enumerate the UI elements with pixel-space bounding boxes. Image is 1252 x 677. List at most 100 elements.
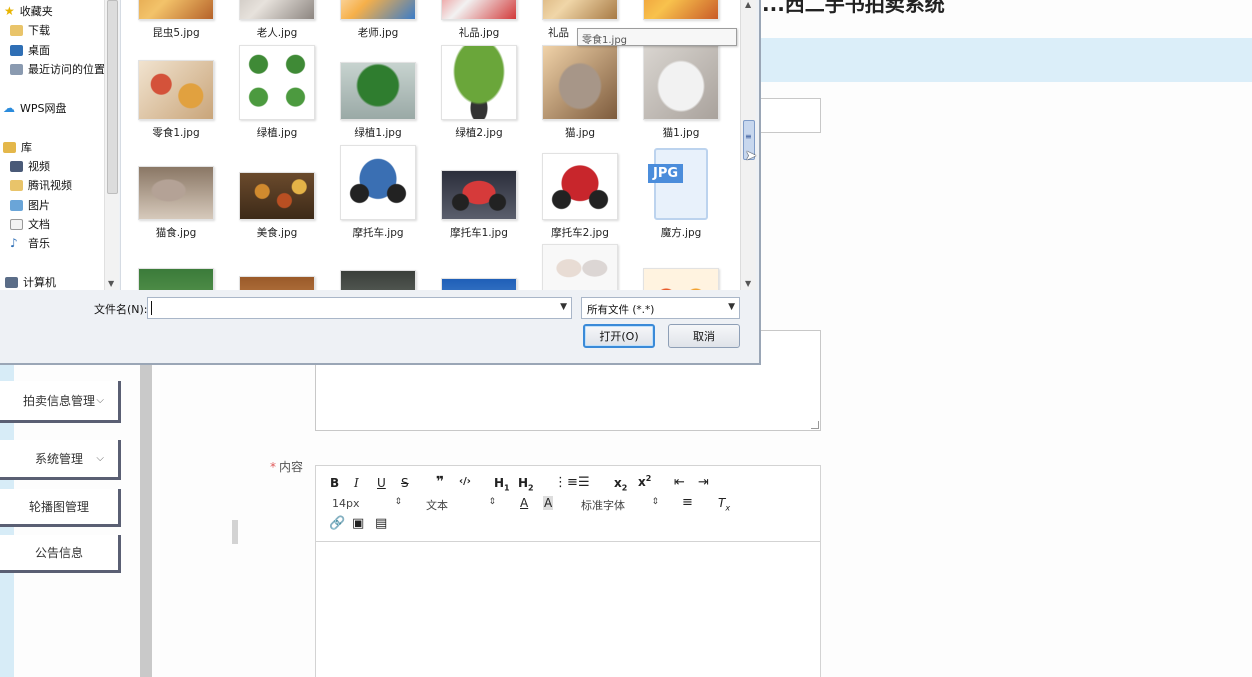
title-input[interactable] bbox=[760, 98, 821, 133]
nav-item-favorites[interactable]: ★ 收藏夹 bbox=[4, 3, 53, 19]
file-thumbnail bbox=[239, 276, 315, 290]
open-button[interactable]: 打开(O) bbox=[583, 324, 655, 348]
sidebar-item-carousel[interactable]: 轮播图管理 bbox=[0, 489, 121, 527]
scroll-down-icon[interactable]: ▼ bbox=[745, 279, 751, 288]
underline-icon[interactable]: U bbox=[377, 476, 386, 490]
image-icon[interactable]: ▣ bbox=[352, 516, 364, 531]
file-item[interactable]: 摩托车.jpg bbox=[330, 145, 426, 240]
file-thumbnail bbox=[643, 45, 719, 120]
heading1-icon[interactable]: H1 bbox=[494, 476, 510, 492]
indent-icon[interactable]: ⇥ bbox=[698, 475, 709, 490]
nav-item-downloads[interactable]: 下载 bbox=[10, 22, 50, 38]
file-grid: 昆虫5.jpg 老人.jpg 老师.jpg 礼品.jpg 礼品 零食1.jpg bbox=[120, 0, 740, 290]
file-item[interactable]: 美食.jpg bbox=[229, 172, 325, 240]
file-item[interactable]: 摩托车2.jpg bbox=[532, 153, 628, 240]
filetype-select[interactable]: 所有文件 (*.*) ▼ bbox=[581, 297, 740, 319]
font-family-select[interactable]: 标准字体 ⇕ bbox=[581, 497, 659, 513]
sidebar-item-auction-info[interactable]: 拍卖信息管理 ⌵ bbox=[0, 381, 121, 423]
nav-item-tencent-video[interactable]: 腾讯视频 bbox=[10, 177, 72, 193]
updown-icon: ⇕ bbox=[394, 497, 402, 507]
file-item[interactable]: 昆虫5.jpg bbox=[128, 0, 224, 40]
file-item[interactable]: 老人.jpg bbox=[229, 0, 325, 40]
nav-item-music[interactable]: ♪ 音乐 bbox=[10, 235, 50, 251]
text-style-select[interactable]: 文本 ⇕ bbox=[426, 497, 496, 513]
font-color-icon[interactable]: A bbox=[520, 496, 528, 510]
nav-item-desktop[interactable]: 桌面 bbox=[10, 42, 50, 58]
clear-format-icon[interactable]: Tx bbox=[718, 496, 730, 512]
filename-input[interactable]: ▼ bbox=[147, 297, 572, 319]
nav-item-label: 下载 bbox=[28, 24, 50, 37]
file-item[interactable] bbox=[532, 244, 628, 290]
video-icon[interactable]: ▤ bbox=[375, 516, 387, 531]
content-label-text: 内容 bbox=[279, 460, 304, 474]
file-item[interactable]: 绿植2.jpg bbox=[431, 45, 527, 140]
file-item[interactable]: 绿植1.jpg bbox=[330, 62, 426, 140]
ordered-list-icon[interactable]: ⋮≡ bbox=[554, 475, 578, 490]
file-thumbnail bbox=[441, 278, 517, 290]
nav-item-videos[interactable]: 视频 bbox=[10, 158, 50, 174]
bullet-list-icon[interactable]: ☰ bbox=[578, 475, 590, 490]
file-item[interactable]: 老师.jpg bbox=[330, 0, 426, 40]
file-item[interactable]: JPG 魔方.jpg bbox=[633, 148, 729, 240]
filename-label: 文件名(N): bbox=[94, 303, 148, 316]
nav-item-recent[interactable]: 最近访问的位置 bbox=[10, 61, 105, 77]
link-icon[interactable]: 🔗 bbox=[329, 516, 345, 531]
nav-item-wps-cloud[interactable]: ☁ WPS网盘 bbox=[3, 100, 67, 116]
cloud-icon: ☁ bbox=[3, 101, 15, 115]
file-item[interactable]: 礼品.jpg bbox=[431, 0, 527, 40]
nav-item-libraries[interactable]: 库 bbox=[3, 139, 32, 155]
heading2-icon[interactable]: H2 bbox=[518, 476, 534, 492]
nav-scrollbar[interactable]: ▼ bbox=[104, 0, 119, 290]
library-icon bbox=[3, 141, 16, 153]
file-grid-scrollbar[interactable]: ▲ ≡ ▼ bbox=[740, 0, 756, 290]
file-item[interactable]: 猫.jpg bbox=[532, 45, 628, 140]
nav-item-documents[interactable]: 文档 bbox=[10, 216, 50, 232]
file-thumbnail bbox=[239, 45, 315, 120]
subscript-icon[interactable]: x2 bbox=[614, 476, 627, 492]
bold-icon[interactable]: B bbox=[330, 476, 339, 490]
italic-icon[interactable]: I bbox=[354, 476, 359, 490]
file-thumbnail bbox=[441, 0, 517, 20]
superscript-icon[interactable]: x2 bbox=[638, 474, 651, 489]
file-thumbnail bbox=[441, 45, 517, 120]
file-thumbnail bbox=[340, 145, 416, 220]
editor-body[interactable] bbox=[316, 542, 820, 677]
outdent-icon[interactable]: ⇤ bbox=[674, 475, 685, 490]
nav-item-label: WPS网盘 bbox=[20, 102, 67, 115]
background-color-icon[interactable]: A bbox=[543, 496, 554, 510]
file-name: 猫.jpg bbox=[564, 127, 596, 139]
file-item[interactable]: 猫食.jpg bbox=[128, 166, 224, 240]
align-icon[interactable]: ≡ bbox=[682, 495, 693, 510]
file-item[interactable]: 零食1.jpg bbox=[128, 60, 224, 140]
file-item[interactable] bbox=[431, 278, 527, 290]
font-size-select[interactable]: 14px ⇕ bbox=[332, 497, 402, 510]
sidebar-item-notice[interactable]: 公告信息 bbox=[0, 535, 121, 573]
nav-item-label: 计算机 bbox=[23, 276, 56, 289]
code-icon[interactable]: ‹/› bbox=[459, 476, 471, 487]
file-item[interactable]: 绿植.jpg bbox=[229, 45, 325, 140]
file-item[interactable] bbox=[633, 0, 729, 25]
recent-places-icon bbox=[10, 63, 23, 75]
nav-item-computer[interactable]: 计算机 bbox=[5, 274, 56, 290]
dropdown-arrow-icon[interactable]: ▼ bbox=[560, 302, 567, 312]
nav-scroll-thumb[interactable] bbox=[107, 0, 118, 194]
file-item[interactable] bbox=[633, 268, 729, 290]
scroll-down-icon[interactable]: ▼ bbox=[108, 279, 114, 288]
sidebar-item-system[interactable]: 系统管理 ⌵ bbox=[0, 440, 121, 480]
chevron-down-icon: ⌵ bbox=[96, 395, 104, 406]
file-item[interactable] bbox=[330, 270, 426, 290]
desktop-icon bbox=[10, 44, 23, 56]
file-item[interactable]: 摩托车1.jpg bbox=[431, 170, 527, 240]
scroll-up-icon[interactable]: ▲ bbox=[745, 0, 751, 9]
cancel-button[interactable]: 取消 bbox=[668, 324, 740, 348]
required-mark: * bbox=[270, 460, 276, 474]
file-thumbnail bbox=[542, 244, 618, 290]
strikethrough-icon[interactable]: S bbox=[401, 476, 409, 490]
file-thumbnail bbox=[138, 268, 214, 290]
nav-item-label: 库 bbox=[21, 141, 32, 154]
nav-item-pictures[interactable]: 图片 bbox=[10, 197, 50, 213]
file-item[interactable] bbox=[128, 268, 224, 290]
blockquote-icon[interactable]: ❞ bbox=[436, 474, 444, 490]
file-item[interactable]: 猫1.jpg bbox=[633, 45, 729, 140]
file-item[interactable] bbox=[229, 276, 325, 290]
